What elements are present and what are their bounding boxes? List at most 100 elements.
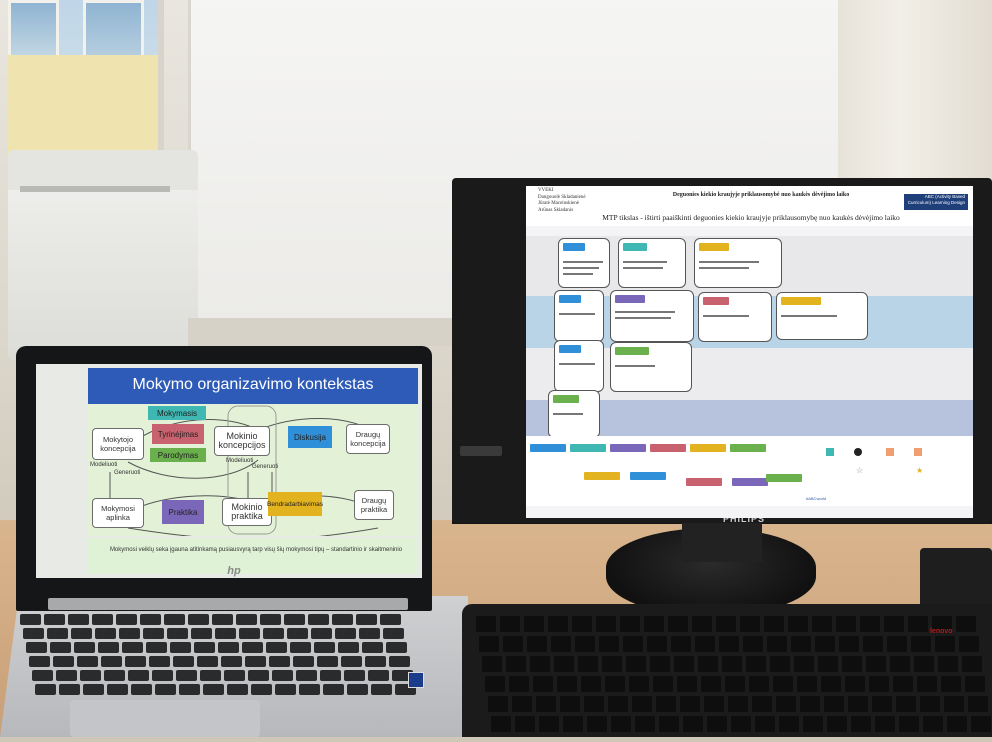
key[interactable] — [191, 628, 212, 639]
activity-card[interactable] — [554, 290, 604, 342]
key[interactable] — [776, 696, 796, 712]
key[interactable] — [365, 656, 386, 667]
activity-card[interactable] — [610, 290, 694, 342]
key[interactable] — [551, 636, 571, 652]
key[interactable] — [299, 684, 320, 695]
key[interactable] — [131, 684, 152, 695]
key[interactable] — [59, 684, 80, 695]
key[interactable] — [218, 642, 239, 653]
key[interactable] — [560, 696, 580, 712]
key[interactable] — [266, 642, 287, 653]
key[interactable] — [47, 628, 68, 639]
key[interactable] — [755, 716, 775, 732]
key[interactable] — [35, 684, 56, 695]
key[interactable] — [632, 696, 652, 712]
key[interactable] — [836, 616, 856, 632]
key[interactable] — [314, 642, 335, 653]
key[interactable] — [623, 636, 643, 652]
key[interactable] — [368, 670, 389, 681]
key[interactable] — [533, 676, 553, 692]
monitor-screen[interactable]: VVEKI Dangouolė Skladanienė Jūratė Macei… — [526, 186, 973, 518]
keyboard-keys[interactable] — [462, 604, 992, 737]
key[interactable] — [794, 656, 814, 672]
key[interactable] — [554, 656, 574, 672]
activity-card[interactable] — [776, 292, 868, 340]
key[interactable] — [938, 656, 958, 672]
key[interactable] — [584, 696, 604, 712]
key[interactable] — [509, 676, 529, 692]
key[interactable] — [860, 616, 880, 632]
key[interactable] — [95, 628, 116, 639]
key[interactable] — [275, 684, 296, 695]
key[interactable] — [32, 670, 53, 681]
key[interactable] — [827, 716, 847, 732]
key[interactable] — [773, 676, 793, 692]
key[interactable] — [962, 656, 982, 672]
monitor-buttons[interactable] — [460, 446, 502, 456]
key[interactable] — [290, 642, 311, 653]
key[interactable] — [557, 676, 577, 692]
key[interactable] — [119, 628, 140, 639]
key[interactable] — [653, 676, 673, 692]
key[interactable] — [848, 696, 868, 712]
key[interactable] — [332, 614, 353, 625]
key[interactable] — [176, 670, 197, 681]
key[interactable] — [149, 656, 170, 667]
key[interactable] — [701, 676, 721, 692]
key[interactable] — [179, 684, 200, 695]
key[interactable] — [152, 670, 173, 681]
key[interactable] — [284, 614, 305, 625]
key[interactable] — [884, 616, 904, 632]
key[interactable] — [530, 656, 550, 672]
key[interactable] — [362, 642, 383, 653]
key[interactable] — [260, 614, 281, 625]
key[interactable] — [578, 656, 598, 672]
key[interactable] — [896, 696, 916, 712]
key[interactable] — [875, 716, 895, 732]
key[interactable] — [890, 656, 910, 672]
key[interactable] — [23, 628, 44, 639]
key[interactable] — [107, 684, 128, 695]
key[interactable] — [164, 614, 185, 625]
key[interactable] — [56, 670, 77, 681]
key[interactable] — [74, 642, 95, 653]
key[interactable] — [644, 616, 664, 632]
key[interactable] — [596, 616, 616, 632]
key[interactable] — [227, 684, 248, 695]
key[interactable] — [824, 696, 844, 712]
key[interactable] — [215, 628, 236, 639]
key[interactable] — [728, 696, 748, 712]
key[interactable] — [677, 676, 697, 692]
key[interactable] — [629, 676, 649, 692]
key[interactable] — [104, 670, 125, 681]
key[interactable] — [719, 636, 739, 652]
key[interactable] — [344, 670, 365, 681]
key[interactable] — [908, 616, 928, 632]
key[interactable] — [143, 628, 164, 639]
key[interactable] — [767, 636, 787, 652]
key[interactable] — [371, 684, 392, 695]
key[interactable] — [536, 696, 556, 712]
key[interactable] — [863, 636, 883, 652]
key[interactable] — [200, 670, 221, 681]
key[interactable] — [815, 636, 835, 652]
key[interactable] — [779, 716, 799, 732]
key[interactable] — [692, 616, 712, 632]
key[interactable] — [146, 642, 167, 653]
key[interactable] — [335, 628, 356, 639]
key[interactable] — [647, 636, 667, 652]
key[interactable] — [524, 616, 544, 632]
key[interactable] — [548, 616, 568, 632]
key[interactable] — [746, 656, 766, 672]
activity-card[interactable] — [558, 238, 610, 288]
key[interactable] — [287, 628, 308, 639]
key[interactable] — [731, 716, 751, 732]
key[interactable] — [791, 636, 811, 652]
key[interactable] — [29, 656, 50, 667]
key[interactable] — [716, 616, 736, 632]
key[interactable] — [605, 676, 625, 692]
key[interactable] — [680, 696, 700, 712]
key[interactable] — [485, 676, 505, 692]
key[interactable] — [236, 614, 257, 625]
key[interactable] — [476, 616, 496, 632]
